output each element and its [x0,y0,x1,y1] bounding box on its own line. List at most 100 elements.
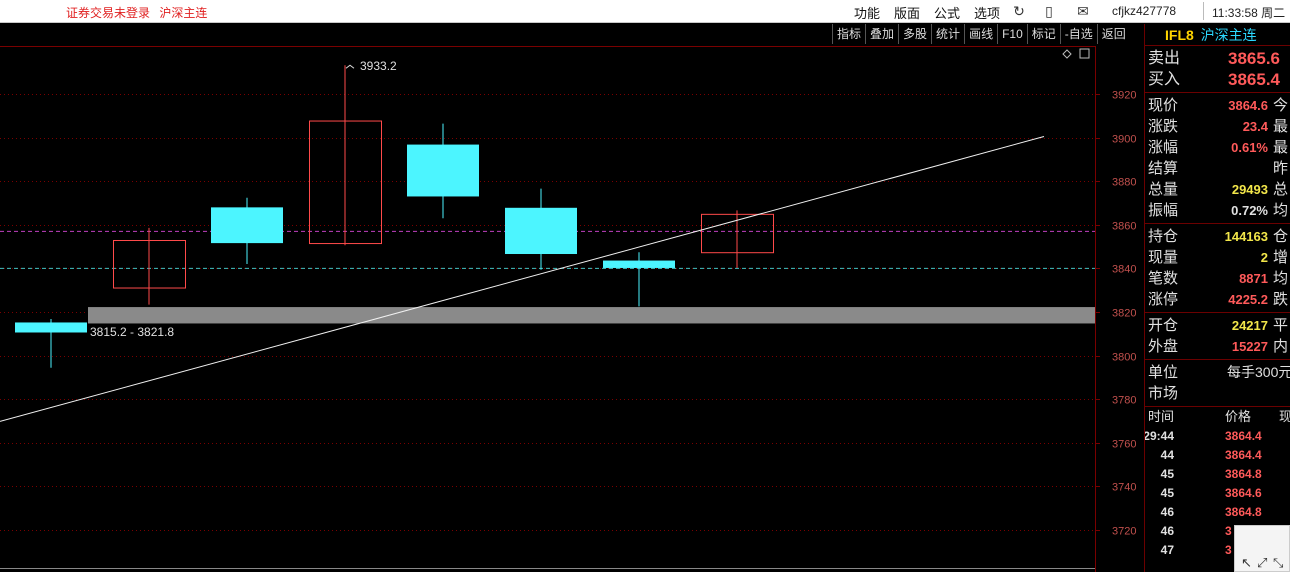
tick-time: 46 [1160,505,1174,519]
tick-time: 11:29:44 [1145,429,1174,443]
stat-label: 开仓 [1148,317,1179,334]
stat-label-secondary: 仓 [1273,228,1289,245]
tick-header-volume: 现 [1279,407,1290,427]
tick-price: 3 [1225,543,1232,557]
expand-icon[interactable]: ⤢ [1257,555,1267,571]
tick-price: 3864.8 [1225,467,1262,481]
market-row: 市场 [1145,383,1290,404]
stat-value: 3864.6 [1228,98,1268,113]
tick-row[interactable]: 45 3864.8 [1145,465,1290,484]
stat-label: 结算 [1148,160,1179,177]
stat-value: 23.4 [1242,119,1268,134]
stat-label: 外盘 [1148,338,1179,355]
toolbar-f10[interactable]: F10 [997,24,1027,44]
buy-label: 买入 [1148,71,1181,88]
stat-label-secondary: 今 [1273,97,1289,114]
y-tick-label: 3780 [1112,395,1136,407]
toolbar-draw-line[interactable]: 画线 [964,24,997,44]
stat-row: 开仓 24217 平 [1145,315,1290,336]
stat-row: 现量 2 增 [1145,247,1290,268]
stat-row: 涨停 4225.2 跌 [1145,289,1290,310]
screenshot-popup[interactable]: ↖ ⤢ ⤡ [1234,525,1290,572]
stat-label-secondary: 均 [1273,270,1289,287]
y-tick-label: 3920 [1112,90,1136,102]
stat-label: 持仓 [1148,228,1179,245]
market-label: 市场 [1148,385,1179,402]
tick-time: 45 [1160,486,1174,500]
toolbar-mark[interactable]: 标记 [1026,24,1060,44]
trend-line [0,136,1045,422]
stat-label-secondary: 增 [1273,249,1289,266]
resize-icon[interactable]: ⤡ [1273,555,1283,571]
instrument-code: IFL8 [1165,27,1194,43]
stat-row: 现价 3864.6 今 [1145,95,1290,116]
tick-row[interactable]: 11:29:44 3864.4 [1145,427,1290,446]
zone-range-label: 3815.2 - 3821.8 [90,325,174,339]
unit-value: 每手300元 [1227,364,1290,380]
tick-row[interactable]: 46 3864.8 [1145,503,1290,522]
y-tick-label: 3760 [1112,439,1136,451]
y-tick-label: 3740 [1112,482,1136,494]
high-price-label: 3933.2 [360,59,397,73]
clock: 11:33:58 周二 [1212,6,1286,20]
tick-time: 47 [1160,543,1174,557]
toolbar-statistics[interactable]: 统计 [931,24,964,44]
stat-row: 笔数 8871 均 [1145,268,1290,289]
stat-value: 4225.2 [1228,292,1268,307]
candle-body-down [505,207,577,255]
stat-row: 涨幅 0.61% 最 [1145,137,1290,158]
instrument-name: 沪深主连 [1200,27,1257,43]
stat-label-secondary: 昨 [1273,160,1289,177]
stat-label-secondary: 内 [1273,338,1289,355]
stat-label: 涨停 [1148,291,1179,308]
tick-header-price: 价格 [1225,409,1252,424]
buy-row[interactable]: 买入 3865.4 [1145,69,1290,90]
stat-value: 144163 [1224,229,1268,244]
sell-price: 3865.6 [1228,49,1280,68]
stat-row: 涨跌 23.4 最 [1145,116,1290,137]
stat-label: 振幅 [1148,202,1179,219]
candle-body-down [407,144,479,197]
stat-row: 持仓 144163 仓 [1145,226,1290,247]
unit-row: 单位 每手300元 [1145,362,1290,383]
toolbar-indicator[interactable]: 指标 [832,24,865,44]
stat-value: 24217 [1231,318,1268,333]
stat-row: 外盘 15227 内 [1145,336,1290,357]
candle-body-down [211,207,283,244]
tick-header-time: 时间 [1148,409,1175,424]
toolbar-multi-stock[interactable]: 多股 [898,24,931,44]
candle-body-down [15,322,87,333]
stat-label-secondary: 均 [1273,202,1289,219]
stat-row: 结算 昨 [1145,158,1290,179]
stat-label-secondary: 最 [1273,139,1289,156]
stat-label: 现量 [1148,249,1179,266]
toolbar-back[interactable]: 返回 [1096,24,1130,44]
y-tick-label: 3860 [1112,221,1136,233]
tick-price: 3 [1225,524,1232,538]
instrument-title: IFL8 沪深主连 [1145,24,1290,46]
y-tick-label: 3900 [1112,134,1136,146]
high-marker [345,64,355,69]
sell-row[interactable]: 卖出 3865.6 [1145,48,1290,69]
candle-body-down [603,260,675,268]
cursor-icon: ↖ [1241,555,1252,570]
stat-value: 29493 [1231,182,1268,197]
tick-row[interactable]: 44 3864.4 [1145,446,1290,465]
stat-label-secondary: 平 [1273,317,1289,334]
stat-label-secondary: 总 [1273,181,1289,198]
y-tick-label: 3880 [1112,177,1136,189]
stat-value: 15227 [1231,339,1268,354]
tick-price: 3864.8 [1225,505,1262,519]
stat-value: 8871 [1239,271,1268,286]
tick-row[interactable]: 45 3864.6 [1145,484,1290,503]
stat-value: 2 [1260,250,1268,265]
unit-label: 单位 [1148,364,1179,381]
toolbar-remove-watchlist[interactable]: -自选 [1059,24,1097,44]
candlestick-chart[interactable]: 3920 3900 3880 3860 3840 3820 3800 3780 3760 3740… [0,0,1144,572]
stat-label: 总量 [1148,181,1179,198]
tick-price: 3864.6 [1225,486,1262,500]
contract-info-group: 单位 每手300元 市场 [1145,360,1290,407]
chart-toolbar: 指标 叠加 多股 统计 画线 F10 标记 -自选 返回 [832,24,1130,44]
toolbar-overlay[interactable]: 叠加 [865,24,898,44]
sell-label: 卖出 [1148,50,1181,67]
